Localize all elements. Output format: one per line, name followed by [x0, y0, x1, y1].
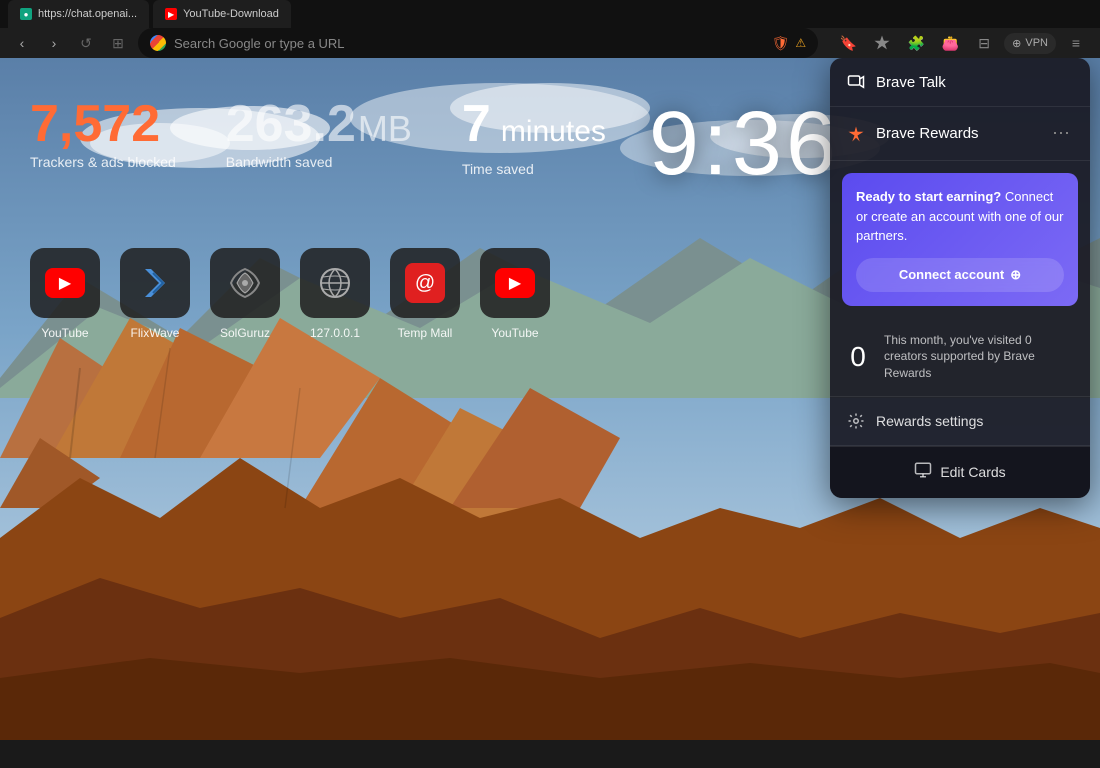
- menu-button[interactable]: ≡: [1062, 29, 1090, 57]
- rewards-menu-icon[interactable]: ⋯: [1048, 121, 1074, 146]
- vpn-label: VPN: [1025, 37, 1048, 49]
- site-icon-tempmall: @: [390, 248, 460, 318]
- site-icon-youtube2: ▶: [480, 248, 550, 318]
- connect-account-button[interactable]: Connect account ⊕: [856, 258, 1064, 292]
- rewards-earn-card: Ready to start earning? Connect or creat…: [842, 173, 1078, 306]
- site-label-youtube2: YouTube: [491, 326, 538, 340]
- site-icon-localhost: [300, 248, 370, 318]
- time-label: Time saved: [462, 161, 606, 177]
- home-button[interactable]: ⊞: [106, 31, 130, 55]
- site-label-localhost: 127.0.0.1: [310, 326, 360, 340]
- tab-bar: ● https://chat.openai... ▶ YouTube-Downl…: [0, 0, 1100, 28]
- back-button[interactable]: ‹: [10, 31, 34, 55]
- brave-rewards-icon[interactable]: [868, 29, 896, 57]
- site-icon-flixwave: [120, 248, 190, 318]
- creators-count: 0: [846, 341, 870, 373]
- tab-label-youtube: YouTube-Download: [183, 8, 279, 20]
- site-label-tempmall: Temp Mall: [398, 326, 453, 340]
- edit-cards-label: Edit Cards: [940, 464, 1005, 480]
- stat-time: 7 minutes Time saved: [462, 98, 606, 177]
- site-item-solguruz[interactable]: SolGuruz: [210, 248, 280, 340]
- rewards-cta-text: Ready to start earning? Connect or creat…: [856, 187, 1064, 246]
- top-sites: ▶ YouTube FlixWave: [30, 248, 550, 340]
- creators-text: This month, you've visited 0 creators su…: [884, 332, 1074, 382]
- brave-shield-icon: 🛡: [772, 35, 790, 52]
- bookmark-icon[interactable]: 🔖: [834, 29, 862, 57]
- trackers-value: 7,572: [30, 98, 176, 150]
- site-item-localhost[interactable]: 127.0.0.1: [300, 248, 370, 340]
- forward-button[interactable]: ›: [42, 31, 66, 55]
- edit-cards-icon: [914, 461, 932, 484]
- extensions-icon[interactable]: 🧩: [902, 29, 930, 57]
- site-label-youtube1: YouTube: [41, 326, 88, 340]
- vpn-icon: ⊕: [1012, 37, 1021, 50]
- right-panel: Brave Talk Brave Rewards ⋯ Ready to star…: [830, 58, 1090, 498]
- nav-icons: 🔖 🧩 👛 ⊟ ⊕ VPN ≡: [834, 29, 1090, 57]
- wallet-icon[interactable]: 👛: [936, 29, 964, 57]
- settings-gear-icon: [846, 411, 866, 431]
- tab-favicon-youtube: ▶: [165, 8, 177, 20]
- reload-button[interactable]: ↺: [74, 31, 98, 55]
- brave-talk-icon: [846, 72, 866, 92]
- google-icon: [150, 35, 166, 51]
- brave-rewards-label: Brave Rewards: [876, 125, 1038, 142]
- brave-talk-label: Brave Talk: [876, 74, 1074, 91]
- rewards-cta-bold: Ready to start earning?: [856, 189, 1001, 204]
- address-placeholder: Search Google or type a URL: [174, 36, 345, 51]
- site-item-tempmall[interactable]: @ Temp Mall: [390, 248, 460, 340]
- bandwidth-label: Bandwidth saved: [226, 154, 412, 170]
- nav-bar: ‹ › ↺ ⊞ Search Google or type a URL 🛡 ⚠ …: [0, 28, 1100, 58]
- bandwidth-unit: MB: [358, 108, 412, 150]
- edit-cards-bar[interactable]: Edit Cards: [830, 446, 1090, 498]
- clock-display: 9:36: [649, 93, 840, 196]
- rewards-settings-section[interactable]: Rewards settings: [830, 397, 1090, 446]
- connect-btn-icon: ⊕: [1010, 267, 1021, 283]
- browser-chrome: ● https://chat.openai... ▶ YouTube-Downl…: [0, 0, 1100, 58]
- tab-favicon-openai: ●: [20, 8, 32, 20]
- stat-bandwidth: 263.2 MB Bandwidth saved: [226, 98, 412, 170]
- settings-label: Rewards settings: [876, 413, 983, 429]
- brave-talk-section[interactable]: Brave Talk: [830, 58, 1090, 107]
- vpn-button[interactable]: ⊕ VPN: [1004, 33, 1056, 54]
- trackers-label: Trackers & ads blocked: [30, 154, 176, 170]
- site-item-youtube1[interactable]: ▶ YouTube: [30, 248, 100, 340]
- tab-label-openai: https://chat.openai...: [38, 8, 137, 20]
- creators-section: 0 This month, you've visited 0 creators …: [830, 318, 1090, 397]
- connect-btn-label: Connect account: [899, 267, 1004, 282]
- bandwidth-value: 263.2: [226, 98, 356, 150]
- address-bar[interactable]: Search Google or type a URL 🛡 ⚠: [138, 28, 818, 58]
- site-icon-solguruz: [210, 248, 280, 318]
- site-label-solguruz: SolGuruz: [220, 326, 270, 340]
- warning-icon: ⚠: [795, 36, 806, 50]
- main-content: 7,572 Trackers & ads blocked 263.2 MB Ba…: [0, 58, 1100, 740]
- brave-rewards-section[interactable]: Brave Rewards ⋯: [830, 107, 1090, 161]
- site-icon-youtube1: ▶: [30, 248, 100, 318]
- site-item-flixwave[interactable]: FlixWave: [120, 248, 190, 340]
- site-item-youtube2[interactable]: ▶ YouTube: [480, 248, 550, 340]
- tab-youtube-download[interactable]: ▶ YouTube-Download: [153, 0, 291, 28]
- time-unit: minutes: [501, 106, 606, 157]
- time-value: 7: [462, 98, 491, 150]
- brave-rewards-icon: [846, 124, 866, 144]
- stats-overlay: 7,572 Trackers & ads blocked 263.2 MB Ba…: [30, 98, 606, 177]
- tab-openai[interactable]: ● https://chat.openai...: [8, 0, 149, 28]
- site-label-flixwave: FlixWave: [131, 326, 180, 340]
- stat-trackers: 7,572 Trackers & ads blocked: [30, 98, 176, 170]
- sidebar-icon[interactable]: ⊟: [970, 29, 998, 57]
